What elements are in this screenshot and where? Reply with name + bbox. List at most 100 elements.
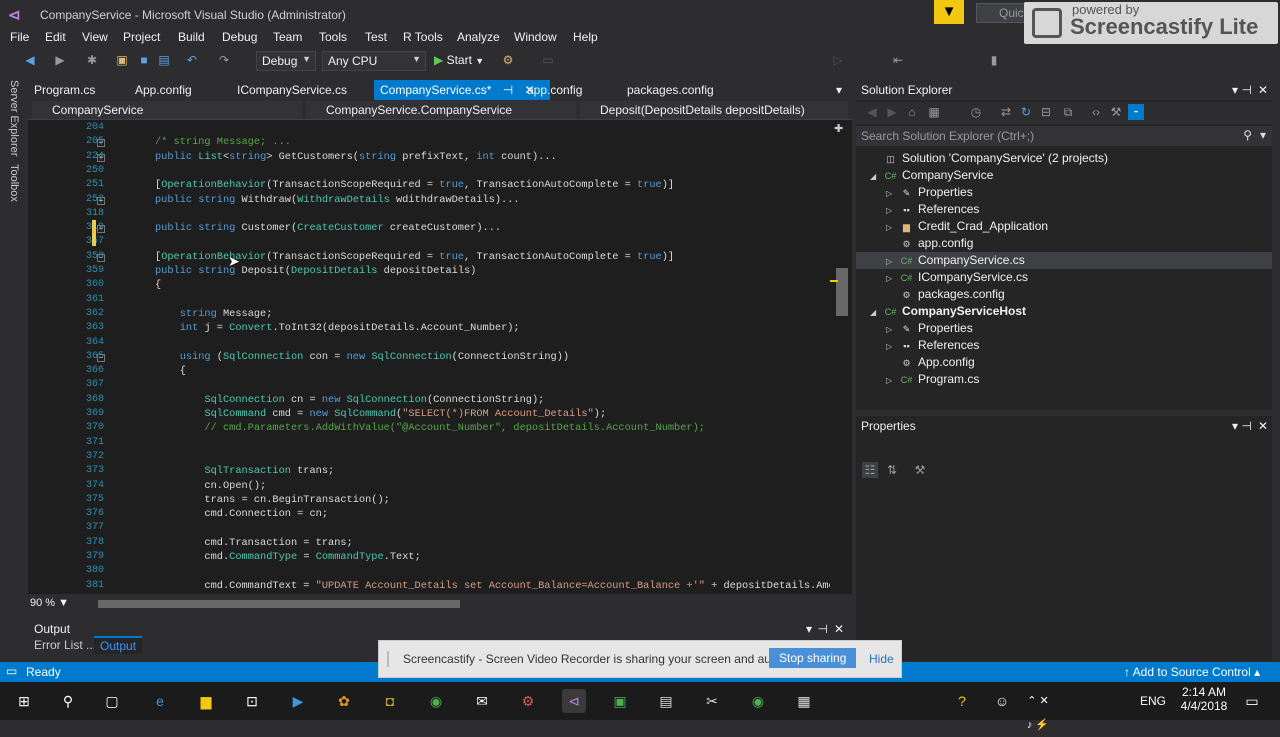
code-line[interactable]: [OperationBehavior(TransactionScopeRequi… bbox=[155, 179, 674, 191]
fold-toggle-icon[interactable]: − bbox=[97, 253, 105, 262]
app-dark-icon[interactable]: ▦ bbox=[792, 689, 816, 713]
undo-icon[interactable]: ↶ bbox=[184, 52, 200, 68]
home-icon[interactable]: ⌂ bbox=[904, 104, 920, 120]
windows-start-icon[interactable]: ⊞ bbox=[12, 689, 36, 713]
expand-arrow-icon[interactable]: ▷ bbox=[886, 321, 900, 338]
code-line[interactable]: string Message; bbox=[155, 308, 273, 320]
menu-window[interactable]: Window bbox=[514, 30, 557, 44]
code-line[interactable]: trans = cn.BeginTransaction(); bbox=[155, 494, 389, 506]
solution-platform-dropdown[interactable]: Any CPU ▼ bbox=[322, 51, 426, 71]
visual-studio-taskbar-icon[interactable]: ⊲ bbox=[562, 689, 586, 713]
editor-vertical-scrollbar[interactable]: ✚ bbox=[830, 120, 852, 594]
stop-sharing-button[interactable]: Stop sharing bbox=[769, 648, 857, 668]
dropdown-icon[interactable]: ▾ bbox=[806, 622, 812, 636]
type-nav-dropdown[interactable]: CompanyService.CompanyService bbox=[306, 101, 576, 119]
alphabetical-icon[interactable]: ⇅ bbox=[884, 462, 900, 478]
hide-button[interactable]: Hide bbox=[869, 652, 894, 666]
mail-icon[interactable]: ✉ bbox=[470, 689, 494, 713]
dropdown-icon[interactable]: ▾ bbox=[1232, 419, 1238, 433]
tools-icon[interactable]: ✂ bbox=[700, 689, 724, 713]
notifications-icon[interactable]: ▭ bbox=[1240, 689, 1264, 713]
menu-edit[interactable]: Edit bbox=[45, 30, 66, 44]
code-line[interactable]: { bbox=[155, 365, 186, 377]
pin-icon[interactable]: ⊣ bbox=[503, 83, 513, 97]
close-panel-icon[interactable]: ✕ bbox=[1258, 83, 1268, 97]
tab-output[interactable]: Output bbox=[94, 636, 143, 654]
code-line[interactable]: { bbox=[155, 279, 161, 291]
menu-team[interactable]: Team bbox=[273, 30, 302, 44]
expand-arrow-icon[interactable]: ▷ bbox=[886, 270, 900, 287]
code-line[interactable]: public string Withdraw(WithdrawDetails w… bbox=[155, 194, 520, 206]
tree-item[interactable]: ◫ Solution 'CompanyService' (2 projects) bbox=[856, 150, 1272, 167]
fold-toggle-icon[interactable]: − bbox=[97, 353, 105, 362]
media-player-icon[interactable]: ▶ bbox=[286, 689, 310, 713]
menu-analyze[interactable]: Analyze bbox=[457, 30, 500, 44]
language-indicator[interactable]: ENG bbox=[1140, 694, 1166, 708]
tree-item[interactable]: ◢ C# CompanyService bbox=[856, 167, 1272, 184]
preview-icon[interactable]: ⁃ bbox=[1128, 104, 1144, 120]
fold-toggle-icon[interactable]: + bbox=[97, 196, 105, 205]
tab-overflow-icon[interactable]: ▾ bbox=[834, 80, 844, 100]
menu-build[interactable]: Build bbox=[178, 30, 205, 44]
bookmark-icon[interactable]: ▮ bbox=[986, 52, 1002, 68]
new-project-icon[interactable]: ✱ bbox=[84, 52, 100, 68]
fold-toggle-icon[interactable]: + bbox=[97, 153, 105, 162]
pin-panel-icon[interactable]: ⊣ bbox=[1242, 83, 1252, 97]
pending-changes-icon[interactable]: ◷ bbox=[968, 104, 984, 120]
tree-item[interactable]: ▷ C# CompanyService.cs bbox=[856, 252, 1272, 269]
back-icon[interactable]: ◀ bbox=[22, 52, 38, 68]
forward-icon[interactable]: ▶ bbox=[52, 52, 68, 68]
pin-panel-icon[interactable]: ⊣ bbox=[1242, 419, 1252, 433]
app-red-icon[interactable]: ⚙ bbox=[516, 689, 540, 713]
save-icon[interactable]: ■ bbox=[136, 52, 152, 68]
expand-arrow-icon[interactable]: ▷ bbox=[886, 219, 900, 236]
horizontal-scroll-thumb[interactable] bbox=[98, 600, 460, 608]
tree-item[interactable]: ◢ C# CompanyServiceHost bbox=[856, 303, 1272, 320]
refresh-icon[interactable]: ↻ bbox=[1018, 104, 1034, 120]
expand-arrow-icon[interactable]: ▷ bbox=[886, 202, 900, 219]
bookmark-toolbar-icon[interactable]: ⇤ bbox=[890, 52, 906, 68]
code-line[interactable]: int j = Convert.ToInt32(depositDetails.A… bbox=[155, 322, 520, 334]
expand-arrow-icon[interactable]: ▷ bbox=[886, 185, 900, 202]
tree-item[interactable]: ▷ ▪▪ References bbox=[856, 201, 1272, 218]
tab-packages-config[interactable]: packages.config bbox=[621, 80, 720, 100]
solution-configuration-dropdown[interactable]: Debug ▼ bbox=[256, 51, 316, 71]
member-nav-dropdown[interactable]: Deposit(DepositDetails depositDetails) bbox=[580, 101, 848, 119]
tab-app-config[interactable]: App.config bbox=[129, 80, 198, 100]
tree-item[interactable]: ▷ C# Program.cs bbox=[856, 371, 1272, 388]
menu-file[interactable]: File bbox=[10, 30, 29, 44]
menu-test[interactable]: Test bbox=[365, 30, 387, 44]
toolbox-tab[interactable]: Toolbox bbox=[8, 164, 20, 202]
solution-search-input[interactable]: Search Solution Explorer (Ctrl+;) ⚲ ▾ bbox=[856, 126, 1272, 146]
menu-project[interactable]: Project bbox=[123, 30, 160, 44]
tab-app-config-2[interactable]: app.config bbox=[521, 80, 588, 100]
close-panel-icon[interactable]: ✕ bbox=[1258, 419, 1268, 433]
view-code-icon[interactable]: ‹› bbox=[1088, 104, 1104, 120]
search-icon[interactable]: ⚲ bbox=[1243, 128, 1252, 142]
tab-program-cs[interactable]: Program.cs bbox=[28, 80, 101, 100]
code-line[interactable]: SqlTransaction trans; bbox=[155, 465, 334, 477]
close-panel-icon[interactable]: ✕ bbox=[834, 622, 844, 636]
open-file-icon[interactable]: ▣ bbox=[114, 52, 130, 68]
code-line[interactable]: cmd.CommandText = "UPDATE Account_Detail… bbox=[155, 580, 830, 592]
dropdown-icon[interactable]: ▾ bbox=[1232, 83, 1238, 97]
pin-panel-icon[interactable]: ⊣ bbox=[818, 622, 828, 636]
start-button[interactable]: ▶ Start ▼ bbox=[434, 53, 484, 67]
edge-browser-icon[interactable]: e bbox=[148, 689, 172, 713]
tree-item[interactable]: ⚙ packages.config bbox=[856, 286, 1272, 303]
menu-help[interactable]: Help bbox=[573, 30, 598, 44]
code-line[interactable]: /* string Message; ... bbox=[155, 136, 291, 148]
search-icon[interactable]: ⚲ bbox=[56, 689, 80, 713]
tab-error-list[interactable]: Error List ... bbox=[34, 638, 96, 652]
menu-r-tools[interactable]: R Tools bbox=[403, 30, 443, 44]
project-nav-dropdown[interactable]: CompanyService bbox=[32, 101, 302, 119]
property-pages-icon[interactable]: ⚒ bbox=[912, 462, 928, 478]
people-icon[interactable]: ☺ bbox=[990, 689, 1014, 713]
show-all-files-icon[interactable]: ⧉ bbox=[1060, 104, 1076, 120]
tree-item[interactable]: ▷ ▆ Credit_Crad_Application bbox=[856, 218, 1272, 235]
menu-debug[interactable]: Debug bbox=[222, 30, 257, 44]
tree-item[interactable]: ▷ C# ICompanyService.cs bbox=[856, 269, 1272, 286]
split-icon[interactable]: ✚ bbox=[834, 122, 843, 135]
tray-icons[interactable]: ⌃ ✕ ♪ ⚡ bbox=[1026, 689, 1050, 731]
code-line[interactable]: SqlConnection cn = new SqlConnection(Con… bbox=[155, 394, 544, 406]
